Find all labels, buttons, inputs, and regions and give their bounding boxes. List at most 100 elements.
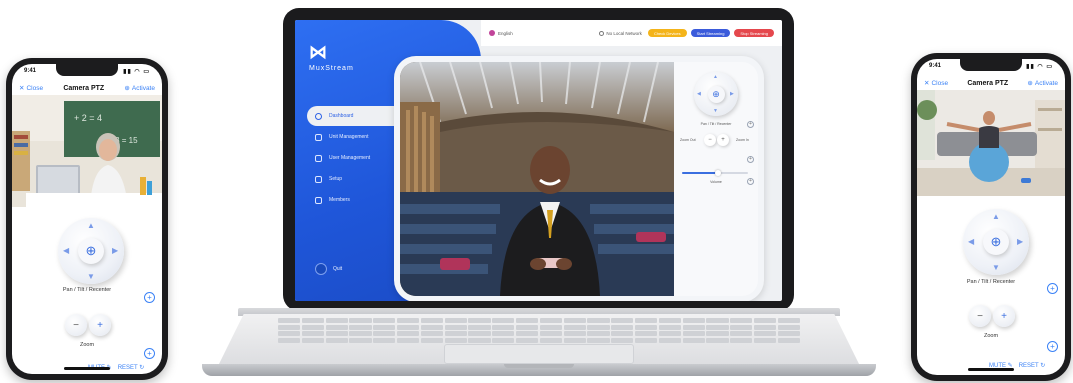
- reset-icon: ↻: [1040, 363, 1046, 369]
- zoom-label: Zoom: [79, 342, 95, 348]
- keyboard-key: [634, 331, 658, 336]
- keyboard-key: [492, 324, 515, 330]
- network-icon: [599, 30, 605, 36]
- zoom-controls: − +: [704, 134, 729, 146]
- phone-notch: [960, 59, 1022, 71]
- add-zoom-preset-button[interactable]: +: [144, 348, 155, 359]
- arrow-up-icon[interactable]: ▲: [87, 222, 95, 230]
- zoom-in-label: Zoom In: [736, 138, 749, 142]
- power-icon: [315, 263, 327, 275]
- phone-notch: [56, 64, 118, 76]
- arrow-right-icon[interactable]: ▶: [730, 91, 734, 97]
- laptop-screen: ⋈ MuxStream Dashboard Unit Management User…: [295, 20, 782, 301]
- keyboard-key: [587, 331, 610, 336]
- keyboard-key: [539, 318, 563, 323]
- recenter-crosshair-icon[interactable]: ⊕: [983, 229, 1009, 255]
- pastor-church-image: [400, 62, 674, 296]
- arrow-right-icon[interactable]: ▶: [1017, 238, 1023, 246]
- ptz-dpad[interactable]: ▲ ▼ ◀ ▶ ⊕: [694, 72, 738, 116]
- activate-button[interactable]: ⊕ Activate: [1027, 79, 1058, 88]
- arrow-up-icon[interactable]: ▲: [713, 74, 718, 80]
- stop-streaming-button[interactable]: Stop Streaming: [734, 29, 774, 37]
- quit-label: Quit: [333, 266, 343, 272]
- quit-button[interactable]: Quit: [315, 263, 342, 275]
- keyboard-key: [444, 331, 467, 336]
- ptz-dpad[interactable]: ▲ ▼ ◀ ▶ ⊕: [963, 209, 1029, 275]
- add-zoom-preset-button[interactable]: +: [1047, 341, 1058, 352]
- sidebar-item-label: Unit Management: [329, 134, 369, 140]
- nav-bar: ✕ Close Camera PTZ ⊕ Activate: [917, 76, 1065, 90]
- keyboard-key: [278, 324, 301, 330]
- close-button[interactable]: ✕ Close: [19, 84, 44, 93]
- check-devices-button[interactable]: Check Devices: [647, 29, 687, 37]
- keyboard-key: [468, 331, 491, 336]
- keyboard-key: [420, 337, 444, 343]
- arrow-left-icon[interactable]: ◀: [697, 91, 701, 97]
- reset-button[interactable]: RESET ↻: [1019, 362, 1046, 369]
- network-status: No Local Network: [599, 30, 642, 36]
- ptz-dpad[interactable]: ▲ ▼ ◀ ▶ ⊕: [58, 218, 124, 284]
- keyboard-key: [444, 337, 467, 343]
- arrow-up-icon[interactable]: ▲: [992, 213, 1000, 221]
- fitness-yoga-image: [917, 90, 1065, 196]
- keyboard-key: [420, 318, 444, 323]
- add-preset-button[interactable]: +: [144, 292, 155, 303]
- start-streaming-button[interactable]: Start Streaming: [690, 29, 731, 37]
- laptop-base: [202, 308, 876, 378]
- volume-slider[interactable]: [682, 170, 748, 176]
- keyboard-key: [515, 324, 539, 330]
- arrow-right-icon[interactable]: ▶: [112, 247, 118, 255]
- recenter-crosshair-icon[interactable]: ⊕: [707, 85, 725, 103]
- close-label: Close: [26, 84, 44, 92]
- recenter-crosshair-icon[interactable]: ⊕: [78, 238, 104, 264]
- keyboard-key: [753, 331, 777, 336]
- zoom-in-button[interactable]: +: [89, 314, 111, 336]
- zoom-in-button[interactable]: +: [717, 134, 729, 146]
- volume-knob[interactable]: [715, 170, 722, 176]
- volume-settings-button[interactable]: +: [747, 178, 754, 185]
- sidebar-item-label: Dashboard: [329, 113, 354, 119]
- nav-title: Camera PTZ: [63, 84, 105, 92]
- keyboard-key: [682, 324, 705, 330]
- close-icon: ✕: [924, 80, 930, 87]
- reset-button[interactable]: RESET ↻: [118, 364, 145, 371]
- add-preset-button[interactable]: +: [747, 121, 754, 128]
- keyboard-key: [730, 331, 753, 336]
- close-button[interactable]: ✕ Close: [924, 79, 948, 88]
- zoom-out-button[interactable]: −: [65, 314, 87, 336]
- volume-fill: [682, 172, 719, 174]
- arrow-left-icon[interactable]: ◀: [63, 247, 69, 255]
- phone-right: 9:41 ▮▮ ◠ ▭ ✕ Close Camera PTZ ⊕ Activat…: [911, 53, 1071, 381]
- zoom-out-button[interactable]: −: [704, 134, 716, 146]
- arrow-down-icon[interactable]: ▼: [713, 108, 718, 114]
- keyboard-key: [325, 324, 348, 330]
- dashboard-icon: [315, 112, 322, 120]
- zoom-controls: − +: [65, 314, 111, 336]
- arrow-down-icon[interactable]: ▼: [87, 273, 95, 281]
- keyboard-key: [634, 337, 658, 343]
- zoom-in-button[interactable]: +: [993, 305, 1015, 327]
- reset-icon: ↻: [139, 365, 145, 371]
- keyboard-key: [492, 337, 515, 343]
- signal-battery-icon: ▮▮ ◠ ▭: [123, 69, 150, 75]
- keyboard-key: [587, 324, 610, 330]
- phone-right-screen: 9:41 ▮▮ ◠ ▭ ✕ Close Camera PTZ ⊕ Activat…: [917, 59, 1065, 375]
- camera-feed-church: [400, 62, 674, 296]
- keyboard-key: [301, 318, 325, 323]
- unit-icon: [315, 133, 322, 141]
- close-icon: ✕: [19, 85, 25, 92]
- keyboard-key: [420, 324, 444, 330]
- brand-logo: ⋈ MuxStream: [309, 42, 354, 72]
- arrow-down-icon[interactable]: ▼: [992, 264, 1000, 272]
- add-preset-button[interactable]: +: [1047, 283, 1058, 294]
- zoom-out-button[interactable]: −: [969, 305, 991, 327]
- activate-button[interactable]: ⊕ Activate: [124, 84, 155, 93]
- keyboard-key: [278, 318, 301, 323]
- language-selector[interactable]: English: [489, 30, 513, 36]
- keyboard-key: [563, 324, 586, 330]
- keyboard-key: [468, 324, 491, 330]
- add-zoom-preset-button[interactable]: +: [747, 156, 754, 163]
- keyboard-key: [301, 324, 325, 330]
- arrow-left-icon[interactable]: ◀: [968, 238, 974, 246]
- ptz-label: Pan / Tilt / Recenter: [62, 287, 112, 293]
